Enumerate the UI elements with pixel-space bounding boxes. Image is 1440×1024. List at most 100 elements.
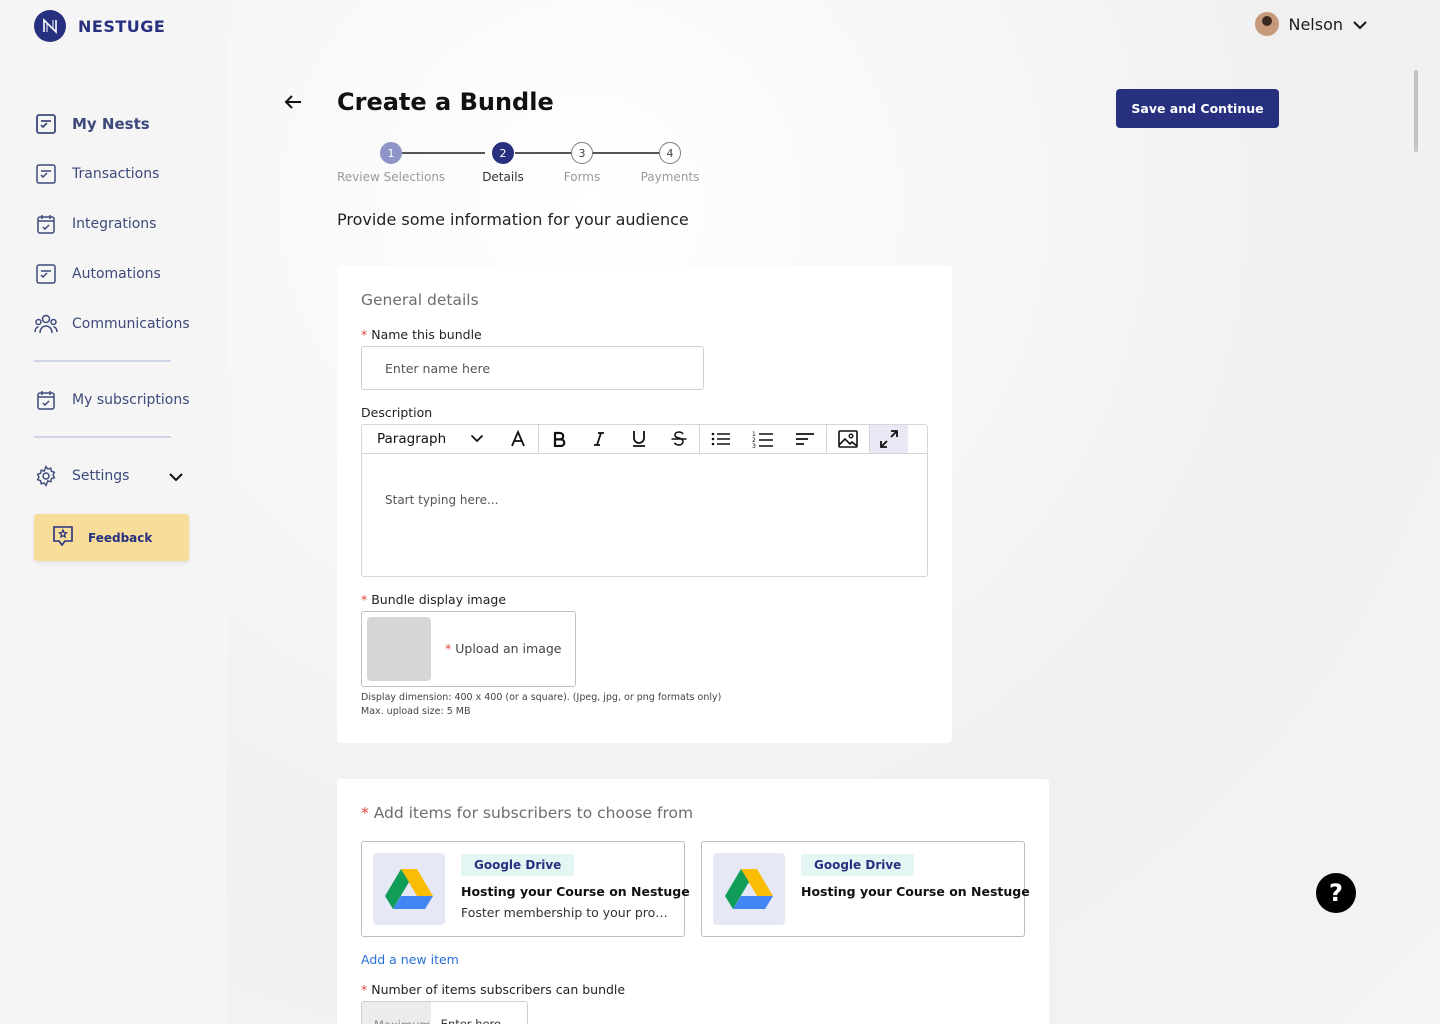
sidebar-item-automations[interactable]: Automations <box>34 260 204 288</box>
step-details[interactable]: 2 Details <box>477 142 529 184</box>
item-card[interactable]: Google Drive Hosting your Course on Nest… <box>361 841 690 937</box>
numbered-list-icon: 123 <box>752 431 773 448</box>
hint-dimension: Display dimension: 400 x 400 (or a squar… <box>361 692 722 703</box>
sidebar-item-settings[interactable]: Settings <box>34 462 204 490</box>
card-title: General details <box>361 291 479 309</box>
name-label-text: Name this bundle <box>371 327 482 342</box>
paragraph-select[interactable]: Paragraph <box>362 425 498 453</box>
sidebar-item-label: Settings <box>72 468 130 484</box>
sidebar-item-communications[interactable]: Communications <box>34 310 204 338</box>
required-asterisk: * <box>361 592 368 607</box>
scrollbar[interactable] <box>1414 70 1418 152</box>
logo-text: NESTUGE <box>78 16 166 36</box>
sidebar-divider <box>34 436 171 438</box>
insert-image-button[interactable] <box>827 425 870 453</box>
sidebar: NESTUGE My Nests Transactions Integratio… <box>0 0 227 1024</box>
required-asterisk: * <box>445 641 452 656</box>
user-menu[interactable]: Nelson <box>1255 12 1368 36</box>
required-asterisk: * <box>361 982 368 997</box>
required-asterisk: * <box>361 804 369 822</box>
chevron-down-icon <box>1352 15 1368 34</box>
sidebar-item-my-nests[interactable]: My Nests <box>34 110 204 138</box>
max-items-input[interactable] <box>430 1002 527 1024</box>
bullet-list-button[interactable] <box>700 425 742 453</box>
sidebar-divider <box>34 360 171 362</box>
image-icon <box>838 430 858 448</box>
hint-size: Max. upload size: 5 MB <box>361 706 471 717</box>
align-left-icon <box>796 433 814 445</box>
bold-icon <box>553 431 566 447</box>
image-upload[interactable]: * Upload an image <box>361 611 576 687</box>
bundle-name-input[interactable] <box>361 346 704 390</box>
page-subtitle: Provide some information for your audien… <box>337 210 689 229</box>
bullet-list-icon <box>711 432 730 446</box>
text-color-button[interactable] <box>498 425 538 453</box>
toolbar-group-format: Paragraph <box>362 425 539 453</box>
sidebar-item-my-subscriptions[interactable]: My subscriptions <box>34 386 204 414</box>
paragraph-select-value: Paragraph <box>377 431 447 447</box>
group-icon <box>34 312 58 336</box>
sidebar-item-transactions[interactable]: Transactions <box>34 160 204 188</box>
numbered-list-button[interactable]: 123 <box>742 425 784 453</box>
stepper: 1 Review Selections 2 Details 3 Forms 4 … <box>337 142 717 192</box>
back-arrow-icon[interactable] <box>281 90 305 114</box>
image-label-text: Bundle display image <box>371 592 507 607</box>
step-label: Payments <box>640 170 700 184</box>
align-button[interactable] <box>784 425 826 453</box>
chevron-down-icon[interactable] <box>168 467 184 486</box>
italic-icon <box>594 432 604 446</box>
step-label: Review Selections <box>337 170 446 184</box>
page-title: Create a Bundle <box>337 88 554 116</box>
help-button[interactable]: ? <box>1316 873 1356 913</box>
sidebar-item-label: My subscriptions <box>72 392 190 408</box>
item-card[interactable]: Google Drive Hosting your Course on Nest… <box>701 841 1030 937</box>
feedback-button[interactable]: Feedback <box>34 514 189 561</box>
strikethrough-button[interactable] <box>659 425 699 453</box>
checklist-icon <box>34 112 58 136</box>
bold-button[interactable] <box>539 425 579 453</box>
editor-toolbar: Paragraph 1 2 3 <box>362 425 927 454</box>
feedback-icon <box>52 525 74 551</box>
google-drive-icon <box>373 853 445 925</box>
item-name: Hosting your Course on Nestuge <box>461 884 690 899</box>
source-badge: Google Drive <box>461 854 575 876</box>
expand-icon <box>880 430 898 448</box>
checklist-icon <box>34 162 58 186</box>
sidebar-item-label: Transactions <box>72 166 160 182</box>
step-review-selections[interactable]: 1 Review Selections <box>337 142 445 184</box>
calendar-check-icon <box>34 212 58 236</box>
upload-text-label: Upload an image <box>455 641 562 656</box>
underline-button[interactable] <box>619 425 659 453</box>
calendar-check-icon <box>34 388 58 412</box>
sidebar-item-label: Automations <box>72 266 161 282</box>
chevron-down-icon <box>470 431 484 447</box>
sidebar-item-label: My Nests <box>72 115 150 133</box>
logo[interactable]: NESTUGE <box>34 10 165 42</box>
name-label: * Name this bundle <box>361 327 482 342</box>
save-and-continue-button[interactable]: Save and Continue <box>1116 89 1279 128</box>
strikethrough-icon <box>671 431 687 446</box>
logo-mark-icon <box>34 10 66 42</box>
item-description: Foster membership to your profe... <box>461 905 671 920</box>
required-asterisk: * <box>361 327 368 342</box>
count-label: * Number of items subscribers can bundle <box>361 982 625 997</box>
sidebar-item-integrations[interactable]: Integrations <box>34 210 204 238</box>
step-label: Details <box>482 170 524 184</box>
step-payments[interactable]: 4 Payments <box>637 142 703 184</box>
description-label: Description <box>361 405 433 420</box>
user-name: Nelson <box>1288 14 1343 34</box>
step-number: 1 <box>380 142 402 164</box>
fullscreen-button[interactable] <box>870 425 908 453</box>
toolbar-group-media <box>827 425 908 453</box>
main-content: Nelson Create a Bundle Save and Continue… <box>227 0 1440 1024</box>
gear-icon <box>34 464 58 488</box>
description-editor: Paragraph 1 2 3 Start typing here... <box>361 424 928 577</box>
font-color-icon <box>511 430 525 447</box>
sidebar-item-label: Communications <box>72 316 190 332</box>
step-forms[interactable]: 3 Forms <box>557 142 607 184</box>
source-badge: Google Drive <box>801 854 915 876</box>
editor-placeholder[interactable]: Start typing here... <box>385 493 498 507</box>
checklist-icon <box>34 262 58 286</box>
italic-button[interactable] <box>579 425 619 453</box>
add-new-item-link[interactable]: Add a new item <box>361 952 459 967</box>
